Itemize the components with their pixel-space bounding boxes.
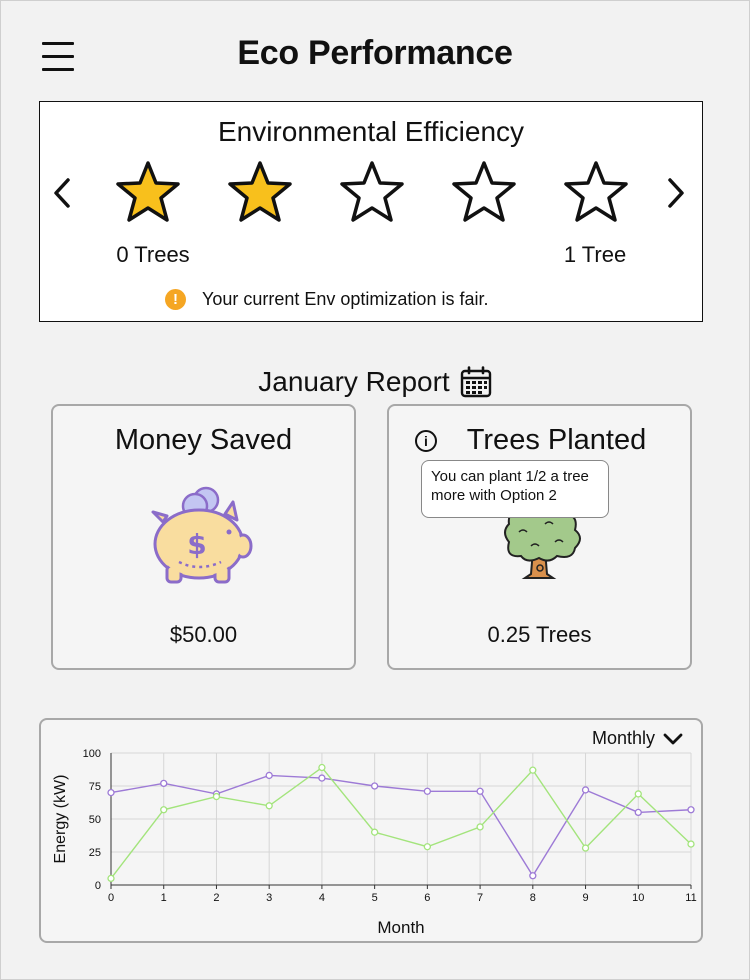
series-0-point — [529, 872, 537, 880]
x-tick-label: 7 — [477, 892, 483, 904]
y-tick-label: 0 — [95, 880, 101, 892]
series-1-point — [265, 802, 273, 810]
report-heading: January Report — [0, 366, 750, 398]
series-1-point — [160, 806, 168, 814]
series-1-point — [529, 766, 537, 774]
efficiency-status-text: Your current Env optimization is fair. — [202, 288, 489, 309]
x-tick-label: 0 — [108, 892, 114, 904]
energy-chart-card: Monthly 0 25 50 75 100 0 1 2 3 4 5 6 7 8 9 10 11 Month Ene… — [39, 718, 703, 943]
y-tick-label: 100 — [83, 748, 101, 760]
series-0-point — [423, 787, 432, 795]
energy-line-chart: 0 25 50 75 100 0 1 2 3 4 5 6 7 8 9 10 11 Month Energy (kW) — [52, 748, 697, 937]
efficiency-panel: Environmental Efficiency 0 Trees 1 Tree … — [39, 101, 703, 322]
series-0-point — [265, 771, 273, 780]
previous-arrow-icon[interactable] — [48, 176, 78, 210]
series-0-point — [634, 808, 642, 817]
series-1-point — [476, 823, 484, 831]
x-tick-label: 9 — [582, 892, 588, 904]
efficiency-title: Environmental Efficiency — [217, 116, 525, 147]
piggy-bank-icon: $ — [151, 486, 253, 584]
x-tick-label: 3 — [266, 892, 272, 904]
series-1-point — [318, 763, 326, 772]
series-0-point — [370, 782, 379, 790]
series-1-point — [423, 843, 432, 851]
rating-max-label: 1 Tree — [563, 242, 627, 267]
trees-planted-title: Trees Planted — [466, 424, 647, 456]
x-tick-label: 11 — [685, 892, 696, 904]
tooltip-line-1: You can plant 1/2 a tree — [431, 468, 589, 485]
series-0-point — [581, 786, 590, 794]
x-tick-label: 6 — [424, 892, 430, 904]
next-arrow-icon[interactable] — [660, 176, 690, 210]
rating-min-label: 0 Trees — [116, 242, 190, 267]
x-tick-label: 2 — [213, 892, 219, 904]
trees-tooltip: You can plant 1/2 a tree more with Optio… — [421, 460, 609, 518]
y-tick-label: 75 — [89, 781, 101, 793]
x-axis-label: Month — [377, 918, 424, 937]
series-0-point — [687, 806, 695, 814]
series-0-point — [107, 788, 115, 797]
series-0-point — [476, 787, 484, 795]
series-1-point — [581, 844, 590, 852]
calendar-icon[interactable] — [460, 366, 492, 398]
series-1-line — [110, 766, 692, 879]
star-filled-icon — [115, 160, 181, 226]
x-tick-label: 10 — [632, 892, 644, 904]
series-0-point — [160, 779, 168, 788]
money-saved-value: $50.00 — [169, 622, 238, 647]
page-title: Eco Performance — [237, 34, 513, 72]
series-0-point — [318, 774, 326, 782]
x-tick-label: 8 — [530, 892, 536, 904]
x-tick-label: 4 — [319, 892, 325, 904]
trees-planted-card[interactable]: i Trees Planted You can plant 1/2 a tree… — [387, 404, 692, 670]
efficiency-status: ! Your current Env optimization is fair. — [165, 286, 488, 312]
y-tick-label: 25 — [89, 847, 101, 859]
x-tick-label: 1 — [161, 892, 167, 904]
x-tick-label: 5 — [372, 892, 378, 904]
svg-text:$: $ — [187, 528, 206, 561]
star-empty-icon — [339, 160, 405, 226]
star-empty-icon — [563, 160, 629, 226]
series-1-point — [107, 874, 115, 883]
star-filled-icon — [227, 160, 293, 226]
series-0-line — [110, 774, 692, 878]
trees-planted-value: 0.25 Trees — [487, 622, 592, 647]
y-tick-label: 50 — [89, 814, 101, 826]
money-saved-card[interactable]: Money Saved $ $50.00 — [51, 404, 356, 670]
star-empty-icon — [451, 160, 517, 226]
series-1-point — [212, 792, 221, 801]
money-saved-title: Money Saved — [114, 424, 293, 456]
report-title: January Report — [258, 366, 450, 397]
tooltip-line-2: more with Option 2 — [431, 487, 557, 504]
series-1-point — [687, 840, 695, 848]
y-axis-label: Energy (kW) — [52, 775, 69, 864]
warning-icon: ! — [165, 288, 186, 310]
series-1-point — [370, 828, 379, 836]
series-1-point — [634, 790, 642, 798]
